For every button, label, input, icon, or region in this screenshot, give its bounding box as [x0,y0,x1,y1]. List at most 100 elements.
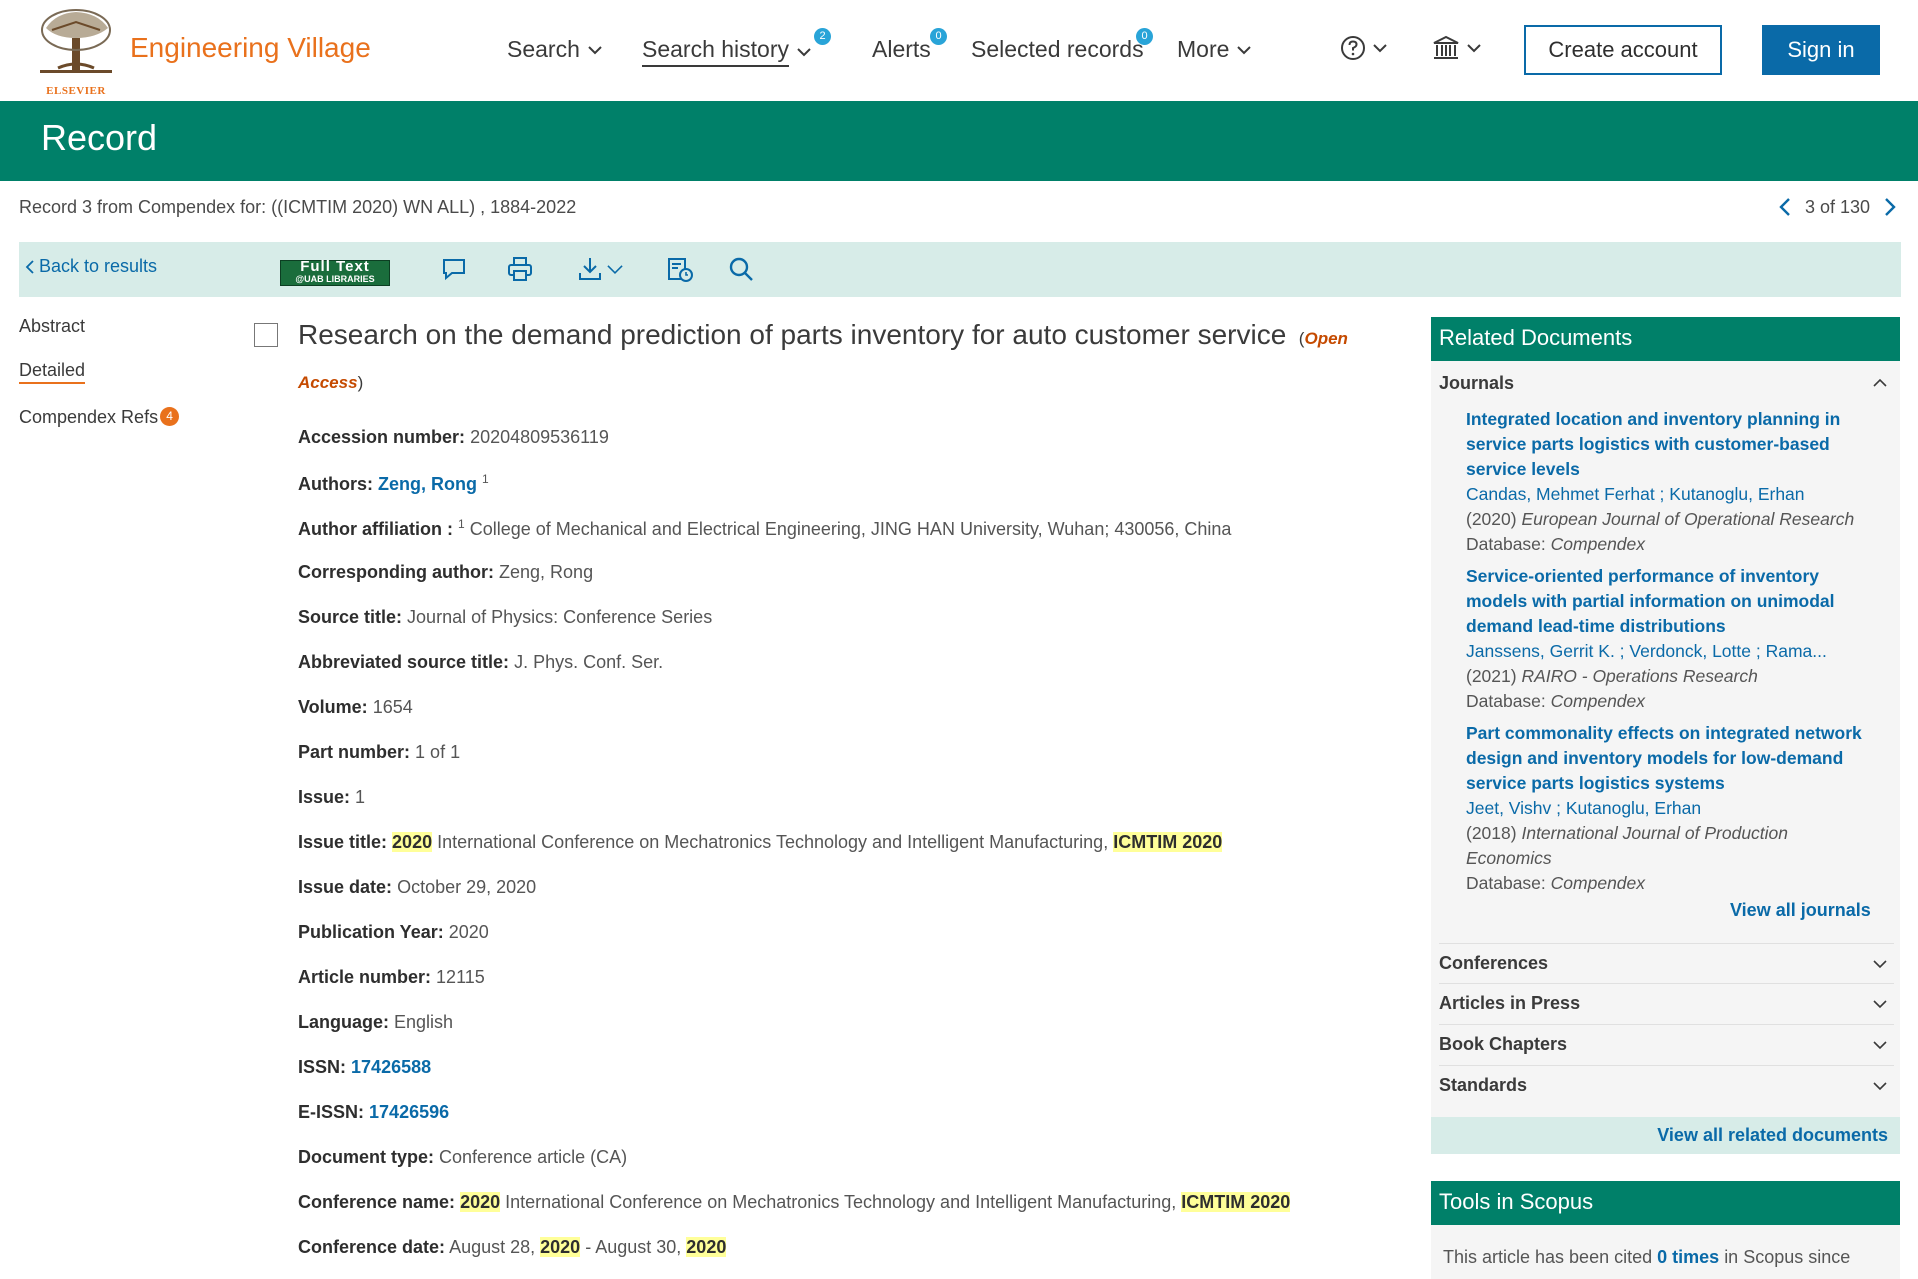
save-to-history-button[interactable] [665,254,695,284]
eissn-link[interactable]: 17426596 [369,1102,449,1122]
scopus-citation-info: This article has been cited 0 times in S… [1431,1225,1900,1279]
back-to-results-link[interactable]: Back to results [25,256,157,277]
related-doc-database: Database: Compendex [1466,691,1646,711]
page-header-band: Record [0,101,1918,181]
field-source-title: Source title: Journal of Physics: Confer… [298,607,713,627]
related-doc-title[interactable]: Integrated location and inventory planni… [1466,407,1878,482]
cited-count-link[interactable]: 0 times [1657,1247,1719,1267]
field-volume: Volume: 1654 [298,697,413,717]
field-conference-name: Conference name: 2020 International Conf… [298,1192,1291,1212]
product-name[interactable]: Engineering Village [130,32,371,64]
related-doc-authors[interactable]: Candas, Mehmet Ferhat ; Kutanoglu, Erhan [1466,482,1878,507]
search-icon [729,257,753,281]
pager-position: 3 of 130 [1804,196,1870,217]
view-all-related-bar: View all related documents [1431,1117,1900,1154]
elsevier-logo[interactable]: ELSEVIER [36,8,116,97]
section-book-chapters[interactable]: Book Chapters [1439,1024,1894,1064]
field-affiliation: Author affiliation : 1 College of Mechan… [298,517,1232,539]
institution-icon [1433,35,1459,59]
chevron-down-icon [1873,959,1887,968]
field-eissn: E-ISSN: 17426596 [298,1102,450,1122]
back-to-results-label: Back to results [39,256,158,276]
nav-more-label: More [1177,36,1230,62]
nav-compendex-refs[interactable]: Compendex Refs 4 [19,407,180,428]
field-abbrev-source: Abbreviated source title: J. Phys. Conf.… [298,652,664,672]
comment-icon [443,259,465,281]
chevron-down-icon [1873,999,1887,1008]
related-doc-authors[interactable]: Jeet, Vishv ; Kutanoglu, Erhan [1466,796,1878,821]
related-doc-title[interactable]: Service-oriented performance of inventor… [1466,564,1878,639]
related-doc-title[interactable]: Part commonality effects on integrated n… [1466,721,1878,796]
tools-in-scopus-heading: Tools in Scopus [1431,1181,1900,1225]
elsevier-wordmark: ELSEVIER [46,85,106,97]
page-title: Record [41,117,158,158]
save-history-icon [668,258,693,282]
fulltext-link-button[interactable]: Full Text @UAB LIBRARIES [280,258,390,286]
nav-more[interactable]: More [1177,36,1253,63]
record-pager: 3 of 130 [1777,196,1898,218]
selected-records-badge: 0 [1136,28,1153,45]
related-doc: Part commonality effects on integrated n… [1466,721,1878,896]
section-articles-in-press[interactable]: Articles in Press [1439,983,1894,1023]
related-doc: Service-oriented performance of inventor… [1466,564,1878,714]
section-standards-label: Standards [1439,1075,1528,1095]
related-doc-database: Database: Compendex [1466,873,1646,893]
nav-selected-records-label: Selected records [971,36,1144,62]
search-button[interactable] [726,254,756,284]
field-document-type: Document type: Conference article (CA) [298,1147,628,1167]
chevron-down-icon [1873,1040,1887,1049]
select-record-checkbox[interactable] [254,323,278,347]
open-access-paren-open: ( [1294,329,1305,348]
chevron-up-icon [1873,378,1887,387]
related-doc-source: (2020) European Journal of Operational R… [1466,509,1855,529]
nav-selected-records[interactable]: Selected records [971,36,1144,63]
nav-alerts[interactable]: Alerts [872,36,931,63]
open-access-paren-close: ) [357,373,364,392]
record-title: Research on the demand prediction of par… [298,319,1287,350]
field-conference-date: Conference date: August 28, 2020 - Augus… [298,1237,727,1257]
chevron-down-icon [797,47,811,56]
record-section-nav: Abstract Detailed Compendex Refs 4 [19,316,180,451]
record-detail-fields: Accession number: 20204809536119 Authors… [298,427,1418,1279]
nav-abstract[interactable]: Abstract [19,316,179,337]
related-journal-list: Integrated location and inventory planni… [1466,407,1878,903]
help-icon [1341,36,1365,60]
record-toolbar: Back to results Full Text @UAB LIBRARIES [19,242,1901,297]
related-doc-source: (2018) International Journal of Producti… [1466,823,1789,868]
comment-button[interactable] [439,254,469,284]
nav-search[interactable]: Search [507,36,604,63]
print-button[interactable] [505,254,535,284]
author-link[interactable]: Zeng, Rong [378,474,477,494]
nav-search-history-label: Search history [642,36,790,67]
section-conferences[interactable]: Conferences [1439,943,1894,983]
create-account-button[interactable]: Create account [1524,25,1722,75]
field-accession: Accession number: 20204809536119 [298,427,609,447]
chevron-right-icon[interactable] [1882,196,1898,218]
nav-alerts-label: Alerts [872,36,931,62]
field-issn: ISSN: 17426588 [298,1057,432,1077]
field-issue-title: Issue title: 2020 International Conferen… [298,832,1223,852]
fulltext-label: Full Text [300,258,370,275]
institution-menu[interactable] [1431,34,1483,62]
view-all-journals-link[interactable]: View all journals [1730,900,1871,921]
chevron-down-icon [1467,44,1481,53]
nav-search-history[interactable]: Search history [642,36,813,67]
section-standards[interactable]: Standards [1439,1065,1894,1105]
field-issue-date: Issue date: October 29, 2020 [298,877,537,897]
fulltext-library-label: @UAB LIBRARIES [295,274,375,284]
download-button[interactable] [571,254,631,284]
field-article-number: Article number: 12115 [298,967,485,987]
nav-detailed[interactable]: Detailed [19,360,86,384]
help-menu[interactable] [1339,34,1389,62]
issn-link[interactable]: 17426588 [351,1057,431,1077]
refs-count-badge: 4 [160,407,180,426]
related-doc-database: Database: Compendex [1466,534,1646,554]
section-journals[interactable]: Journals [1439,363,1894,403]
chevron-left-icon[interactable] [1777,196,1793,218]
related-doc-authors[interactable]: Janssens, Gerrit K. ; Verdonck, Lotte ; … [1466,639,1878,664]
sign-in-button[interactable]: Sign in [1762,25,1880,75]
record-query-info: Record 3 from Compendex for: ((ICMTIM 20… [19,197,577,217]
view-all-related-link[interactable]: View all related documents [1657,1125,1888,1146]
section-book-chapters-label: Book Chapters [1439,1034,1568,1054]
chevron-down-icon [1237,45,1252,54]
